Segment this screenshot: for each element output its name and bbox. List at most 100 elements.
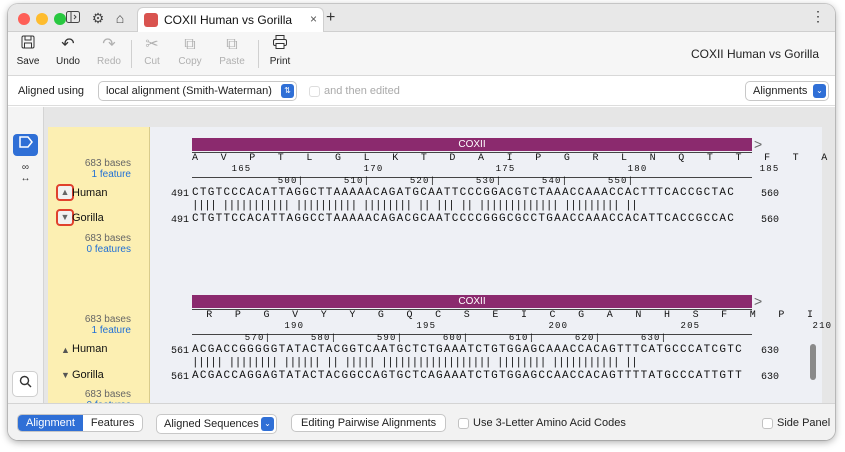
vertical-scrollbar[interactable] [810,344,816,380]
feature-annotation-coxii[interactable]: COXII [192,138,752,151]
translation-line: R P G V Y Y G Q C S E I C G A N H S F M … [192,310,835,321]
algorithm-value: local alignment (Smith-Waterman) [106,85,272,97]
home-icon[interactable]: ⌂ [111,9,129,27]
gorilla-base-count: 683 bases [84,233,131,244]
gorilla-base-count: 683 bases [84,389,131,400]
tab-features[interactable]: Features [83,415,142,431]
algorithm-select[interactable]: local alignment (Smith-Waterman) ⇅ [98,81,297,101]
side-panel-label: Side Panel [777,417,831,429]
feature-direction-arrow-icon: > [754,293,763,309]
side-panel-checkbox[interactable] [762,418,773,429]
tab-title: COXII Human vs Gorilla [164,13,293,27]
then-edited-label: and then edited [324,85,400,97]
view-select[interactable]: Alignments ⌄ [745,81,829,101]
search-icon[interactable] [12,371,38,397]
human-base-count: 683 bases [84,314,131,325]
cut-label: Cut [144,56,160,67]
sidebar-toggle-icon[interactable] [64,9,82,27]
save-label: Save [16,56,40,67]
human-start-position: 491 [171,189,190,200]
close-window-button[interactable] [18,13,30,25]
scissors-icon: ✂ [145,36,159,53]
toolbar-divider [258,40,259,68]
new-tab-button[interactable]: + [326,9,335,27]
chevron-updown-icon: ⇅ [281,84,294,98]
feature-annotation-coxii[interactable]: COXII [192,295,752,308]
alignment-view: ∞ ↔ 683 bases 1 feature ▲ Human ▼ Gorilla… [8,107,835,411]
amino-acid-positions: 165 170 175 180 185 [192,164,780,174]
more-menu-icon[interactable]: ⋮ [811,8,825,25]
bottom-bar: Alignment Features Aligned Sequences ⌄ E… [8,403,835,440]
sequence-name-human[interactable]: Human [72,343,107,355]
nucleotide-positions: 500| 510| 520| 530| 540| 550| [192,176,635,186]
tab-coxii-human-vs-gorilla[interactable]: COXII Human vs Gorilla × [137,7,324,32]
gorilla-sequence[interactable]: ACGACCAGGAGTATACTACGGCCAGTGCTCAGAAATCTGT… [192,370,743,382]
copy-label: Copy [178,56,202,67]
human-end-position: 630 [761,346,780,357]
human-feature-count[interactable]: 1 feature [92,169,131,180]
editing-pairwise-alignments-button[interactable]: Editing Pairwise Alignments [291,414,447,432]
document-icon [144,13,158,27]
then-edited-checkbox[interactable] [309,86,320,97]
match-line: |||| ||||||||||| |||||||||| |||||||| || … [192,200,638,212]
copy-icon: ⧉ [184,36,196,53]
save-button[interactable]: Save [8,34,48,72]
paste-label: Paste [219,56,245,67]
human-sequence[interactable]: ACGACCGGGGGTATACTACGGTCAATGCTCTGAAATCTGT… [192,344,743,356]
sequence-name-human[interactable]: Human [72,187,107,199]
sequence-name-gorilla[interactable]: Gorilla [72,212,104,224]
sequence-alignment-area: COXII > A V P T L G L K T D A I P G R L … [150,127,831,403]
feature-direction-arrow-icon: > [754,136,763,152]
clipboard-icon: ⧉ [226,36,238,53]
gorilla-sequence[interactable]: CTGTTCCACATTAGGCCTAAAAACAGACGCAATCCCCGGG… [192,213,735,225]
view-mode-segmented-control: Alignment Features [17,414,144,432]
human-start-position: 561 [171,346,190,357]
alignment-options-bar: Aligned using local alignment (Smith-Wat… [8,76,835,106]
gorilla-end-position: 560 [761,215,780,226]
sequence-names-column: 683 bases 1 feature ▲ Human ▼ Gorilla 68… [48,127,150,411]
human-feature-count[interactable]: 1 feature [92,325,131,336]
view-select-value: Alignments [753,85,808,97]
save-icon [8,34,48,56]
gear-icon[interactable]: ⚙ [89,9,107,27]
human-sequence[interactable]: CTGTCCCACATTAGGCTTAAAAACAGATGCAATTCCCGGA… [192,187,735,199]
cut-button[interactable]: ✂ Cut [132,34,172,72]
redo-icon: ↷ [102,36,116,53]
paste-button[interactable]: ⧉ Paste [212,34,252,72]
aligned-sequences-select[interactable]: Aligned Sequences ⌄ [156,414,277,434]
gorilla-feature-count[interactable]: 0 features [87,244,131,255]
translation-line: A V P T L G L K T D A I P G R L N Q T T … [192,153,835,164]
main-toolbar: Save ↶ Undo ↷ Redo ✂ Cut ⧉ Copy ⧉ Paste … [8,32,835,76]
tab-alignment[interactable]: Alignment [18,415,83,431]
minimize-window-button[interactable] [36,13,48,25]
aligned-using-label: Aligned using [18,85,85,97]
human-end-position: 560 [761,189,780,200]
undo-label: Undo [56,56,80,67]
sequence-name-gorilla[interactable]: Gorilla [72,369,104,381]
document-title: COXII Human vs Gorilla [690,47,819,61]
three-letter-codes-label: Use 3-Letter Amino Acid Codes [473,417,626,429]
three-letter-codes-checkbox[interactable] [458,418,469,429]
nucleotide-positions: 570| 580| 590| 600| 610| 620| 630| [192,333,668,343]
select-tool-icon[interactable] [13,134,38,156]
human-base-count: 683 bases [84,158,131,169]
copy-button[interactable]: ⧉ Copy [170,34,210,72]
redo-label: Redo [97,56,121,67]
move-down-arrow-icon[interactable]: ▼ [61,370,70,380]
undo-icon: ↶ [61,36,75,53]
gorilla-end-position: 630 [761,372,780,383]
printer-icon [260,34,300,56]
print-button[interactable]: Print [260,34,300,72]
gorilla-start-position: 561 [171,372,190,383]
undo-button[interactable]: ↶ Undo [48,34,88,72]
zoom-fit-icon[interactable]: ∞ ↔ [13,162,38,184]
left-tool-strip: ∞ ↔ [8,107,44,403]
close-tab-icon[interactable]: × [310,12,317,26]
print-label: Print [269,56,291,67]
move-up-arrow-icon[interactable]: ▲ [61,345,70,355]
match-line: ||||| |||||||| |||||| || ||||| |||||||||… [192,357,638,369]
redo-button[interactable]: ↷ Redo [89,34,129,72]
chevron-down-icon: ⌄ [813,84,826,98]
title-bar: ⚙ ⌂ COXII Human vs Gorilla × + ⋮ [8,4,835,32]
aligned-sequences-value: Aligned Sequences [164,418,259,430]
